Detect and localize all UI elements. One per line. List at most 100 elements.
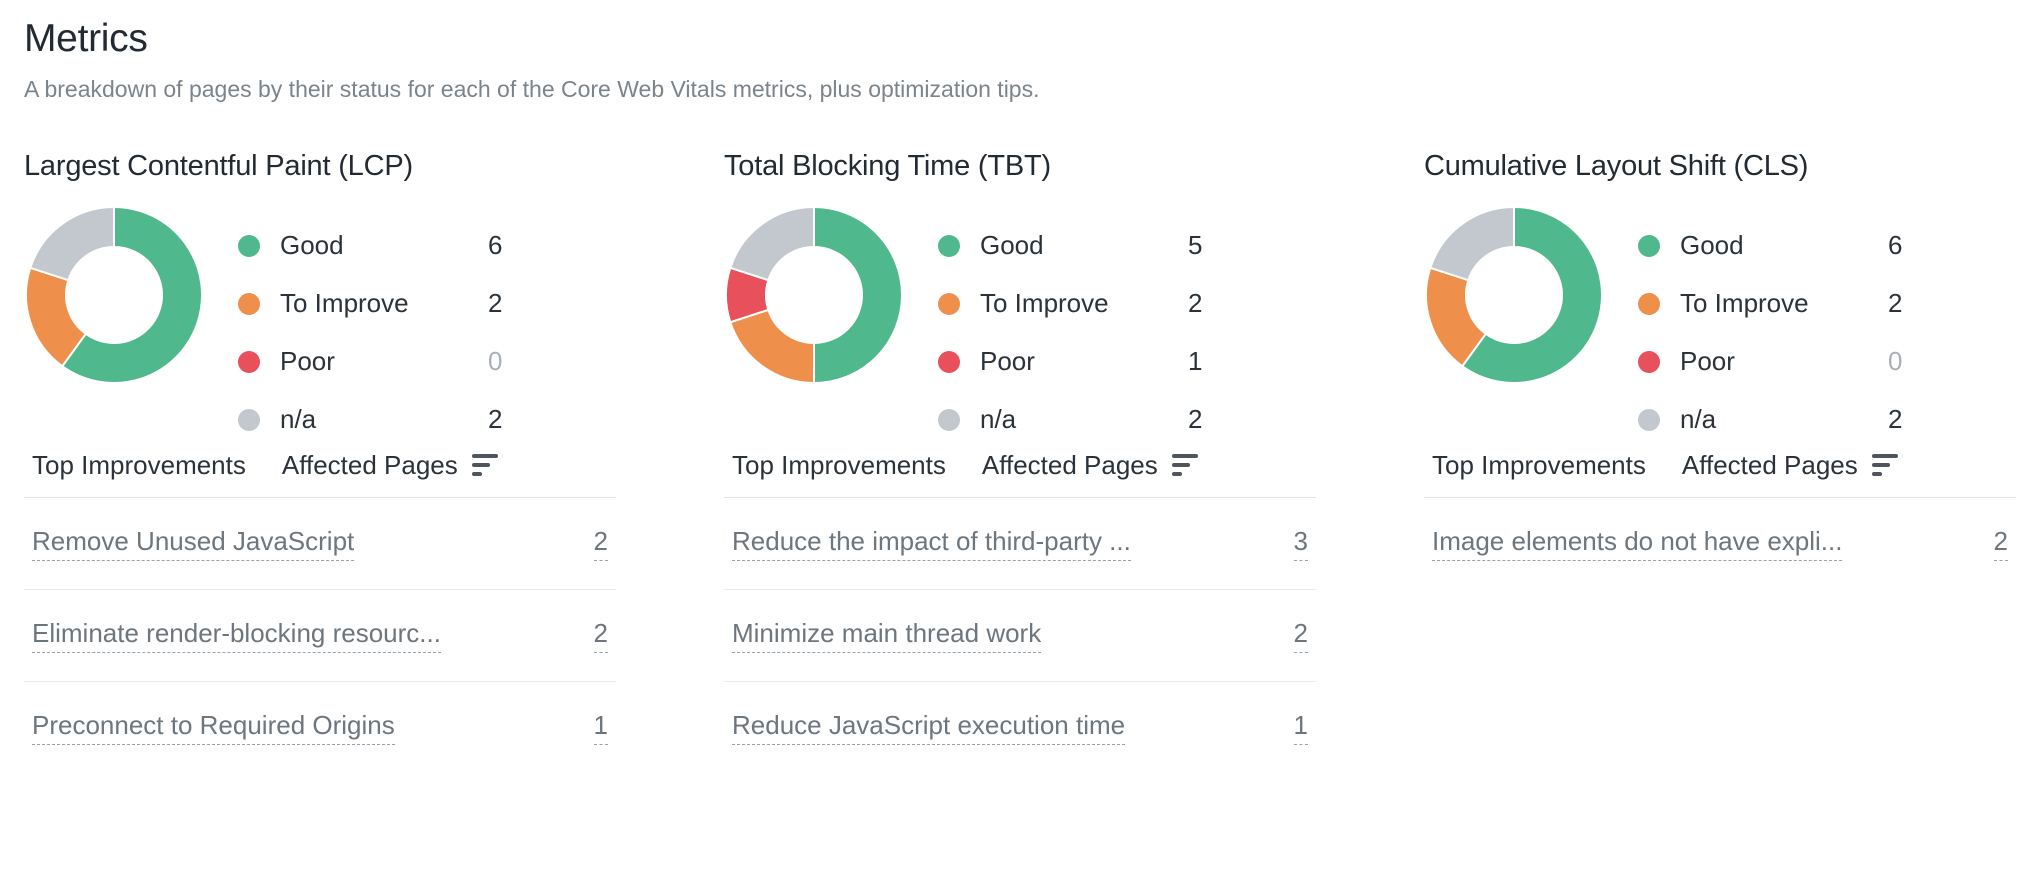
legend-color-dot-icon	[238, 292, 260, 315]
legend-label: To Improve	[980, 288, 1109, 319]
donut-segment-n-a[interactable]	[1429, 205, 1515, 282]
legend-color-dot-icon	[238, 234, 260, 257]
metric-title: Cumulative Layout Shift (CLS)	[1424, 149, 1809, 182]
improvement-affected-pages-count[interactable]: 2	[593, 618, 608, 653]
metric-column: Largest Contentful Paint (LCP) Good 6 To Im…	[24, 150, 674, 774]
chart-legend: Good 6 To Improve 2 Poor 0 n/a 2	[1638, 205, 2020, 449]
legend-color-dot-icon	[938, 408, 960, 431]
legend-color-dot-icon	[1638, 350, 1660, 373]
improvement-name[interactable]: Image elements do not have expli...	[1432, 526, 1843, 562]
legend-item[interactable]: Good 5	[938, 217, 1374, 275]
legend-value: 5	[1188, 230, 1203, 261]
column-header-affected-pages-label: Affected Pages	[1681, 449, 1858, 480]
chart-row: Good 5 To Improve 2 Poor 1 n/a 2	[724, 205, 1374, 434]
donut-chart	[24, 205, 204, 385]
table-row: Remove Unused JavaScript 2	[24, 498, 616, 590]
donut-segment-good[interactable]	[813, 205, 903, 384]
legend-label: Good	[980, 230, 1044, 261]
legend-label: To Improve	[1680, 288, 1809, 319]
chart-legend: Good 6 To Improve 2 Poor 0 n/a 2	[238, 205, 674, 449]
legend-value: 6	[1888, 230, 1903, 261]
improvement-name[interactable]: Reduce JavaScript execution time	[732, 710, 1126, 746]
column-header-affected-pages[interactable]: Affected Pages	[282, 450, 498, 481]
donut-segment-n-a[interactable]	[29, 205, 115, 282]
donut-chart	[724, 205, 904, 385]
donut-chart	[1424, 205, 1604, 385]
column-header-affected-pages[interactable]: Affected Pages	[1682, 450, 1898, 481]
metrics-page: Metrics A breakdown of pages by their st…	[0, 0, 2020, 774]
chart-row: Good 6 To Improve 2 Poor 0 n/a 2	[24, 205, 674, 434]
improvement-affected-pages-count[interactable]: 2	[593, 526, 608, 561]
improvement-affected-pages-count[interactable]: 3	[1293, 526, 1308, 561]
metric-column: Total Blocking Time (TBT) Good 5 To Improve…	[724, 150, 1374, 774]
legend-item[interactable]: Poor 0	[1638, 333, 2020, 391]
column-header-top-improvements[interactable]: Top Improvements	[32, 450, 246, 481]
legend-item[interactable]: Good 6	[1638, 217, 2020, 275]
improvements-table: Top Improvements Affected Pages Remove Unu…	[24, 450, 616, 774]
legend-color-dot-icon	[1638, 408, 1660, 431]
legend-value: 2	[1188, 404, 1203, 435]
table-row: Reduce the impact of third-party ... 3	[724, 498, 1316, 590]
page-subtitle: A breakdown of pages by their status for…	[24, 75, 1040, 102]
legend-item[interactable]: n/a 2	[1638, 391, 2020, 449]
metrics-grid: Largest Contentful Paint (LCP) Good 6 To Im…	[24, 150, 2016, 774]
improvement-affected-pages-count[interactable]: 2	[1993, 526, 2008, 562]
legend-label: Good	[280, 230, 344, 261]
legend-label: Poor	[1680, 346, 1735, 377]
improvement-name[interactable]: Remove Unused JavaScript	[32, 526, 355, 561]
sort-descending-icon[interactable]	[1171, 454, 1198, 477]
improvements-table: Top Improvements Affected Pages Reduce the…	[724, 450, 1316, 774]
legend-label: n/a	[280, 404, 317, 435]
improvement-affected-pages-count[interactable]: 2	[1293, 618, 1308, 653]
legend-color-dot-icon	[238, 350, 260, 373]
column-header-top-improvements[interactable]: Top Improvements	[732, 450, 946, 481]
improvements-table: Top Improvements Affected Pages Image elem…	[1424, 450, 2016, 590]
legend-value: 2	[488, 404, 503, 435]
legend-label: Good	[1680, 230, 1744, 261]
column-header-affected-pages[interactable]: Affected Pages	[982, 450, 1198, 481]
donut-segment-n-a[interactable]	[729, 205, 815, 282]
legend-color-dot-icon	[938, 350, 960, 373]
improvement-name[interactable]: Reduce the impact of third-party ...	[732, 526, 1131, 561]
legend-item[interactable]: n/a 2	[238, 391, 674, 449]
improvement-name[interactable]: Minimize main thread work	[732, 618, 1042, 653]
column-header-top-improvements[interactable]: Top Improvements	[1432, 450, 1646, 481]
legend-value: 2	[1188, 288, 1203, 319]
improvement-affected-pages-count[interactable]: 1	[593, 710, 608, 746]
page-title: Metrics	[24, 17, 148, 60]
legend-color-dot-icon	[238, 408, 260, 431]
legend-item[interactable]: Poor 0	[238, 333, 674, 391]
legend-value: 1	[1188, 346, 1203, 377]
column-header-affected-pages-label: Affected Pages	[281, 449, 458, 480]
legend-item[interactable]: n/a 2	[938, 391, 1374, 449]
legend-value: 2	[1888, 288, 1903, 319]
legend-color-dot-icon	[938, 234, 960, 257]
chart-legend: Good 5 To Improve 2 Poor 1 n/a 2	[938, 205, 1374, 449]
legend-label: n/a	[980, 404, 1017, 435]
legend-value: 6	[488, 230, 503, 261]
table-row: Preconnect to Required Origins 1	[24, 682, 616, 774]
legend-value: 0	[1888, 346, 1903, 377]
legend-item[interactable]: To Improve 2	[238, 275, 674, 333]
improvements-table-header: Top Improvements Affected Pages	[24, 450, 616, 498]
legend-color-dot-icon	[1638, 292, 1660, 315]
table-row: Minimize main thread work 2	[724, 590, 1316, 682]
improvements-table-header: Top Improvements Affected Pages	[724, 450, 1316, 498]
donut-segment-to-improve[interactable]	[729, 308, 815, 384]
legend-item[interactable]: Poor 1	[938, 333, 1374, 391]
table-row: Image elements do not have expli... 2	[1424, 498, 2016, 590]
improvement-name[interactable]: Eliminate render-blocking resourc...	[32, 618, 441, 653]
legend-item[interactable]: To Improve 2	[938, 275, 1374, 333]
metric-column: Cumulative Layout Shift (CLS) Good 6 To Imp…	[1424, 150, 2020, 590]
improvement-name[interactable]: Preconnect to Required Origins	[32, 710, 395, 746]
legend-label: Poor	[980, 346, 1035, 377]
sort-descending-icon[interactable]	[1871, 454, 1898, 477]
improvement-affected-pages-count[interactable]: 1	[1293, 710, 1308, 746]
sort-descending-icon[interactable]	[471, 454, 498, 477]
legend-item[interactable]: To Improve 2	[1638, 275, 2020, 333]
legend-value: 0	[488, 346, 503, 377]
legend-label: n/a	[1680, 404, 1717, 435]
legend-item[interactable]: Good 6	[238, 217, 674, 275]
legend-color-dot-icon	[938, 292, 960, 315]
table-row: Reduce JavaScript execution time 1	[724, 682, 1316, 774]
